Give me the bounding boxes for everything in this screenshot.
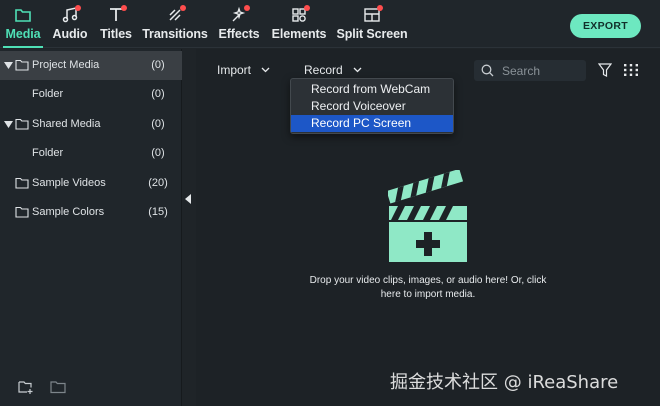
library-item-label: Folder xyxy=(32,88,64,100)
elements-icon xyxy=(288,4,310,26)
record-label: Record xyxy=(304,63,343,77)
library-item-label: Project Media xyxy=(32,59,100,71)
tab-transitions[interactable]: Transitions xyxy=(142,4,208,48)
tab-audio-label: Audio xyxy=(52,27,88,41)
library-item-count: (0) xyxy=(151,88,165,100)
badge-dot xyxy=(180,5,186,11)
new-folder-icon[interactable] xyxy=(18,380,34,394)
badge-dot xyxy=(377,5,383,11)
tab-titles-label: Titles xyxy=(100,27,132,41)
library-item-label: Shared Media xyxy=(32,118,101,130)
library-item-shared-media[interactable]: Shared Media (0) xyxy=(0,110,182,139)
record-menu: Record from WebCam Record Voiceover Reco… xyxy=(290,78,454,134)
import-label: Import xyxy=(217,63,252,77)
tab-elements-label: Elements xyxy=(271,27,327,41)
collapse-panel-icon[interactable] xyxy=(184,194,192,204)
music-note-icon xyxy=(59,4,81,26)
effects-icon xyxy=(228,4,250,26)
clapperboard-import-icon[interactable] xyxy=(388,170,468,262)
expand-arrow-icon[interactable] xyxy=(4,120,13,129)
folder-icon xyxy=(15,177,29,189)
chevron-down-icon xyxy=(261,67,270,73)
badge-dot xyxy=(244,5,250,11)
split-screen-icon xyxy=(361,4,383,26)
library-item-count: (0) xyxy=(151,118,165,130)
drop-media-hint[interactable]: Drop your video clips, images, or audio … xyxy=(270,274,586,302)
tab-elements[interactable]: Elements xyxy=(270,4,328,48)
folder-icon xyxy=(15,206,29,218)
library-item-count: (0) xyxy=(151,59,165,71)
library-item-count: (15) xyxy=(148,206,168,218)
tab-split-screen[interactable]: Split Screen xyxy=(335,4,409,48)
drop-hint-line2: here to import media. xyxy=(380,289,476,300)
badge-dot xyxy=(304,5,310,11)
search-input[interactable] xyxy=(502,63,582,78)
badge-dot xyxy=(121,5,127,11)
filter-icon[interactable] xyxy=(598,63,612,77)
menu-item-record-pc-screen[interactable]: Record PC Screen xyxy=(291,115,453,132)
badge-dot xyxy=(75,5,81,11)
library-item-label: Folder xyxy=(32,147,64,159)
library-item-label: Sample Videos xyxy=(32,177,106,189)
transition-icon xyxy=(164,4,186,26)
menu-item-record-webcam[interactable]: Record from WebCam xyxy=(291,81,453,98)
search-box[interactable] xyxy=(474,60,586,81)
folder-icon xyxy=(15,59,29,71)
tab-effects[interactable]: Effects xyxy=(217,4,261,48)
search-icon xyxy=(481,64,494,77)
library-item-sample-videos[interactable]: Sample Videos (20) xyxy=(0,169,182,198)
top-toolbar: Media Audio Titles Transitions Effects E… xyxy=(0,0,660,48)
chevron-down-icon xyxy=(353,67,362,73)
tab-titles[interactable]: Titles xyxy=(97,4,135,48)
folder-icon xyxy=(15,118,29,130)
menu-item-record-voiceover[interactable]: Record Voiceover xyxy=(291,98,453,115)
folder-icon xyxy=(12,4,34,26)
library-item-folder[interactable]: Folder (0) xyxy=(0,139,182,168)
watermark-text: 掘金技术社区 @ iReaShare xyxy=(390,372,619,393)
library-item-label: Sample Colors xyxy=(32,206,105,218)
import-dropdown[interactable]: Import xyxy=(217,59,270,81)
tab-split-screen-label: Split Screen xyxy=(336,27,408,41)
library-item-count: (20) xyxy=(148,177,168,189)
library-item-sample-colors[interactable]: Sample Colors (15) xyxy=(0,198,182,227)
folder-icon[interactable] xyxy=(50,380,66,394)
drop-hint-line1: Drop your video clips, images, or audio … xyxy=(309,275,547,286)
tab-media[interactable]: Media xyxy=(3,4,43,48)
tab-audio[interactable]: Audio xyxy=(51,4,89,48)
tab-media-label: Media xyxy=(5,27,41,41)
export-button[interactable]: EXPORT xyxy=(570,14,641,38)
grid-view-icon[interactable] xyxy=(624,64,638,76)
expand-arrow-icon[interactable] xyxy=(4,61,13,70)
media-library-panel: Project Media (0) Folder (0) Shared Medi… xyxy=(0,49,182,406)
tab-transitions-label: Transitions xyxy=(142,27,208,41)
tab-effects-label: Effects xyxy=(218,27,260,41)
library-item-folder[interactable]: Folder (0) xyxy=(0,80,182,109)
library-item-count: (0) xyxy=(151,147,165,159)
library-item-project-media[interactable]: Project Media (0) xyxy=(0,51,182,80)
text-icon xyxy=(105,4,127,26)
